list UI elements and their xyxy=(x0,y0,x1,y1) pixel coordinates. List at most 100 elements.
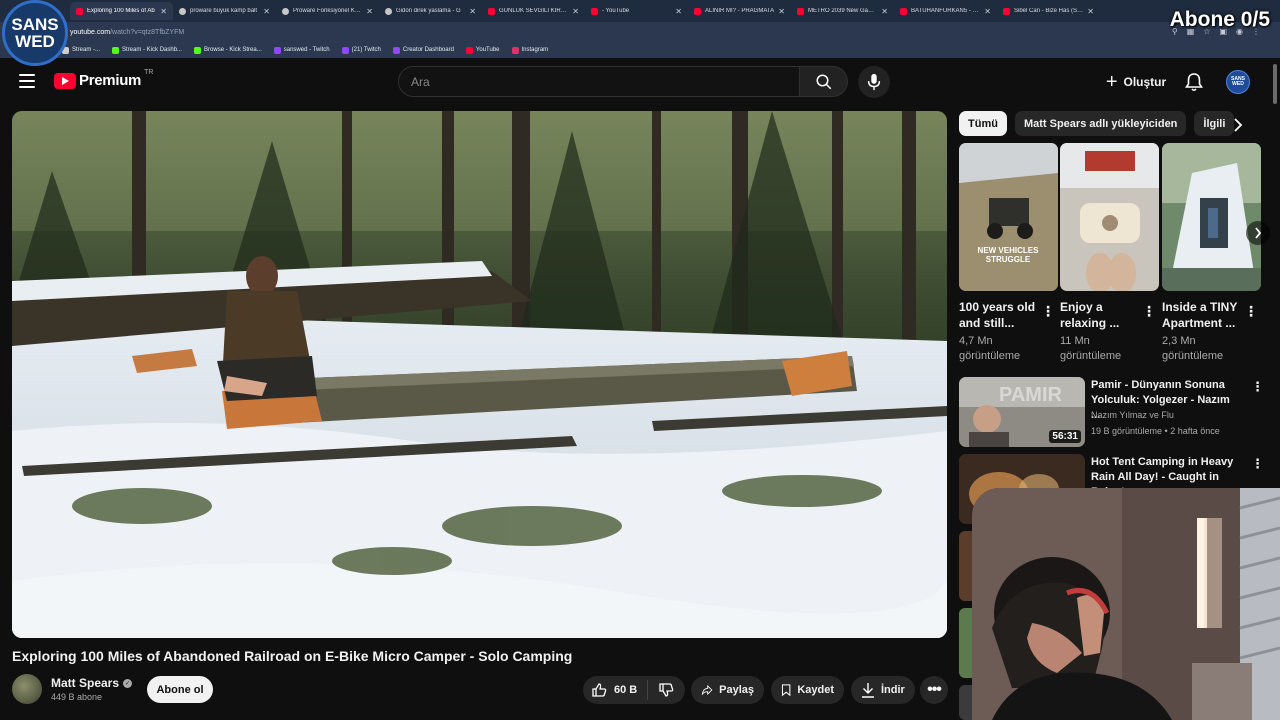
browser-tab[interactable]: - YouTube ✕ xyxy=(585,2,688,20)
search-icon xyxy=(816,74,831,89)
chips-next-chevron-icon[interactable] xyxy=(1233,118,1243,137)
shorts-next-chevron-icon[interactable] xyxy=(1246,221,1270,245)
close-tab-icon[interactable]: ✕ xyxy=(984,7,991,16)
short-title[interactable]: 100 years old and still... xyxy=(959,299,1039,331)
browser-tab[interactable]: proware büyük kamp balt ✕ xyxy=(173,2,276,20)
recommended-meta: 19 B görüntüleme • 2 hafta önce xyxy=(1091,426,1220,436)
close-tab-icon[interactable]: ✕ xyxy=(778,7,785,16)
bookmark-icon xyxy=(781,684,791,697)
short-title[interactable]: Inside a TINY Apartment ... xyxy=(1162,299,1242,331)
search-button[interactable] xyxy=(800,66,848,97)
short-card-3[interactable]: Inside a TINY Apartment ... ⋮ 2,3 Mn görü… xyxy=(1162,143,1261,362)
channel-name[interactable]: Matt Spears ✓ xyxy=(51,676,133,690)
share-button[interactable]: Paylaş xyxy=(691,676,764,704)
like-button[interactable]: 60 B xyxy=(583,680,649,700)
short-overlay-line-1: NEW VEHICLES xyxy=(978,246,1040,255)
bookmark-favicon-icon xyxy=(341,46,349,54)
kebab-menu-icon[interactable]: ⋮ xyxy=(1251,379,1264,395)
short-thumbnail[interactable]: NEW VEHICLES STRUGGLE xyxy=(959,143,1058,291)
filter-chip[interactable]: Matt Spears adlı yükleyiciden xyxy=(1014,111,1187,136)
short-thumbnail[interactable] xyxy=(1162,143,1261,291)
bookmark-item[interactable]: Browse - Kick Strea... xyxy=(194,46,262,54)
recommended-video-1[interactable]: PAMIR 56:31 Pamir - Dünyanın Sonuna Yolc… xyxy=(959,377,1264,447)
channel-name-text[interactable]: Matt Spears xyxy=(51,676,119,690)
address-bar[interactable]: youtube.com/watch?v=qtz8TfbZYFM ⚲ ▦ ☆ ▣ … xyxy=(0,22,1280,42)
tab-title: METRO 2039 New Gamep xyxy=(808,8,878,14)
streamer-webcam xyxy=(972,488,1280,720)
short-title[interactable]: Enjoy a relaxing ... xyxy=(1060,299,1140,331)
bookmark-item[interactable]: Stream -... xyxy=(62,46,101,54)
recommended-channel[interactable]: Nazım Yılmaz ve Flu xyxy=(1091,410,1174,420)
close-tab-icon[interactable]: ✕ xyxy=(469,7,476,16)
youtube-favicon-icon xyxy=(76,7,83,15)
browser-tab[interactable]: Exploring 100 Miles of Ab ✕ xyxy=(70,2,173,20)
bookmark-favicon-icon xyxy=(465,46,473,54)
bookmark-item[interactable]: (21) Twitch xyxy=(341,46,381,54)
youtube-logo[interactable]: Premium TR xyxy=(54,69,153,89)
search-input[interactable] xyxy=(398,66,800,97)
bookmark-item[interactable]: Instagram xyxy=(511,46,548,54)
verified-check-icon: ✓ xyxy=(123,678,133,688)
browser-tab[interactable]: GÜNLÜK SEVGİLİ KİRALA ✕ xyxy=(482,2,585,20)
short-card-2[interactable]: Enjoy a relaxing ... ⋮ 11 Mn görüntüleme xyxy=(1060,143,1159,362)
short-thumbnail[interactable] xyxy=(1060,143,1159,291)
browser-tab[interactable]: ALINIR MI? - PRAGMATA ✕ xyxy=(688,2,791,20)
short-views: 4,7 Mn görüntüleme xyxy=(959,335,1021,362)
more-actions-button[interactable]: ••• xyxy=(920,676,948,704)
more-horizontal-icon: ••• xyxy=(927,681,942,698)
browser-tab[interactable]: Proware Fonksiyonel Kam ✕ xyxy=(276,2,379,20)
browser-tab[interactable]: BATUHANFURKAN5 - HÜ ✕ xyxy=(894,2,997,20)
browser-tab[interactable]: Gidon direk yaslama - G ✕ xyxy=(379,2,482,20)
bookmark-favicon-icon xyxy=(194,46,202,54)
kebab-menu-icon[interactable]: ⋮ xyxy=(1142,303,1156,320)
tab-title: BATUHANFURKAN5 - HÜ xyxy=(911,8,981,14)
kebab-menu-icon[interactable]: ⋮ xyxy=(1041,303,1055,320)
logo-line-2: WED xyxy=(15,32,55,51)
short-card-1[interactable]: NEW VEHICLES STRUGGLE 100 years old and … xyxy=(959,143,1058,362)
short-overlay-line-2: STRUGGLE xyxy=(986,255,1031,264)
youtube-favicon-icon xyxy=(591,7,598,15)
dislike-button[interactable] xyxy=(648,682,674,698)
bookmark-label: Browse - Kick Strea... xyxy=(204,47,262,53)
brand-wordmark: Premium xyxy=(79,72,142,89)
save-button[interactable]: Kaydet xyxy=(771,676,844,704)
close-tab-icon[interactable]: ✕ xyxy=(675,7,682,16)
close-tab-icon[interactable]: ✕ xyxy=(1087,7,1094,16)
close-tab-icon[interactable]: ✕ xyxy=(263,7,270,16)
create-button[interactable]: + Oluştur xyxy=(1097,67,1175,97)
download-button[interactable]: İndir xyxy=(851,676,915,704)
subscribe-button[interactable]: Abone ol xyxy=(147,676,213,703)
bookmark-item[interactable]: Stream - Kick Dashb... xyxy=(112,46,182,54)
bookmark-label: Stream -... xyxy=(72,47,101,53)
browser-tab[interactable]: Sibel Can - Bize Has (Slow ✕ xyxy=(997,2,1100,20)
filter-chip[interactable]: Tümü xyxy=(959,111,1007,136)
bookmark-item[interactable]: sanswed - Twitch xyxy=(273,46,330,54)
page-scrollbar[interactable] xyxy=(1273,64,1277,104)
filter-chip[interactable]: İlgili xyxy=(1194,111,1235,136)
notifications-bell-icon[interactable] xyxy=(1185,72,1203,97)
video-player[interactable] xyxy=(12,111,947,638)
bookmark-item[interactable]: YouTube xyxy=(465,46,500,54)
url-text[interactable]: youtube.com/watch?v=qtz8TfbZYFM xyxy=(70,29,184,36)
kebab-menu-icon[interactable]: ⋮ xyxy=(1251,456,1264,472)
create-label: Oluştur xyxy=(1123,75,1167,89)
close-tab-icon[interactable]: ✕ xyxy=(160,7,167,16)
close-tab-icon[interactable]: ✕ xyxy=(366,7,373,16)
video-frame-image xyxy=(12,111,947,638)
hamburger-menu-icon[interactable] xyxy=(19,74,35,88)
recommended-thumbnail[interactable]: PAMIR 56:31 xyxy=(959,377,1085,447)
bookmark-item[interactable]: Creator Dashboard xyxy=(392,46,454,54)
globe-favicon-icon xyxy=(282,7,289,15)
bookmark-label: sanswed - Twitch xyxy=(283,47,330,53)
channel-avatar[interactable] xyxy=(12,674,42,704)
close-tab-icon[interactable]: ✕ xyxy=(881,7,888,16)
account-avatar[interactable]: SANS WED xyxy=(1226,70,1250,94)
close-tab-icon[interactable]: ✕ xyxy=(572,7,579,16)
kebab-menu-icon[interactable]: ⋮ xyxy=(1244,303,1258,320)
browser-tab[interactable]: METRO 2039 New Gamep ✕ xyxy=(791,2,894,20)
voice-search-button[interactable] xyxy=(858,66,890,98)
youtube-favicon-icon xyxy=(694,7,701,15)
youtube-favicon-icon xyxy=(797,7,804,15)
share-arrow-icon xyxy=(701,684,713,696)
bookmarks-bar: Stream -... Stream - Kick Dashb... Browse … xyxy=(0,42,1280,58)
